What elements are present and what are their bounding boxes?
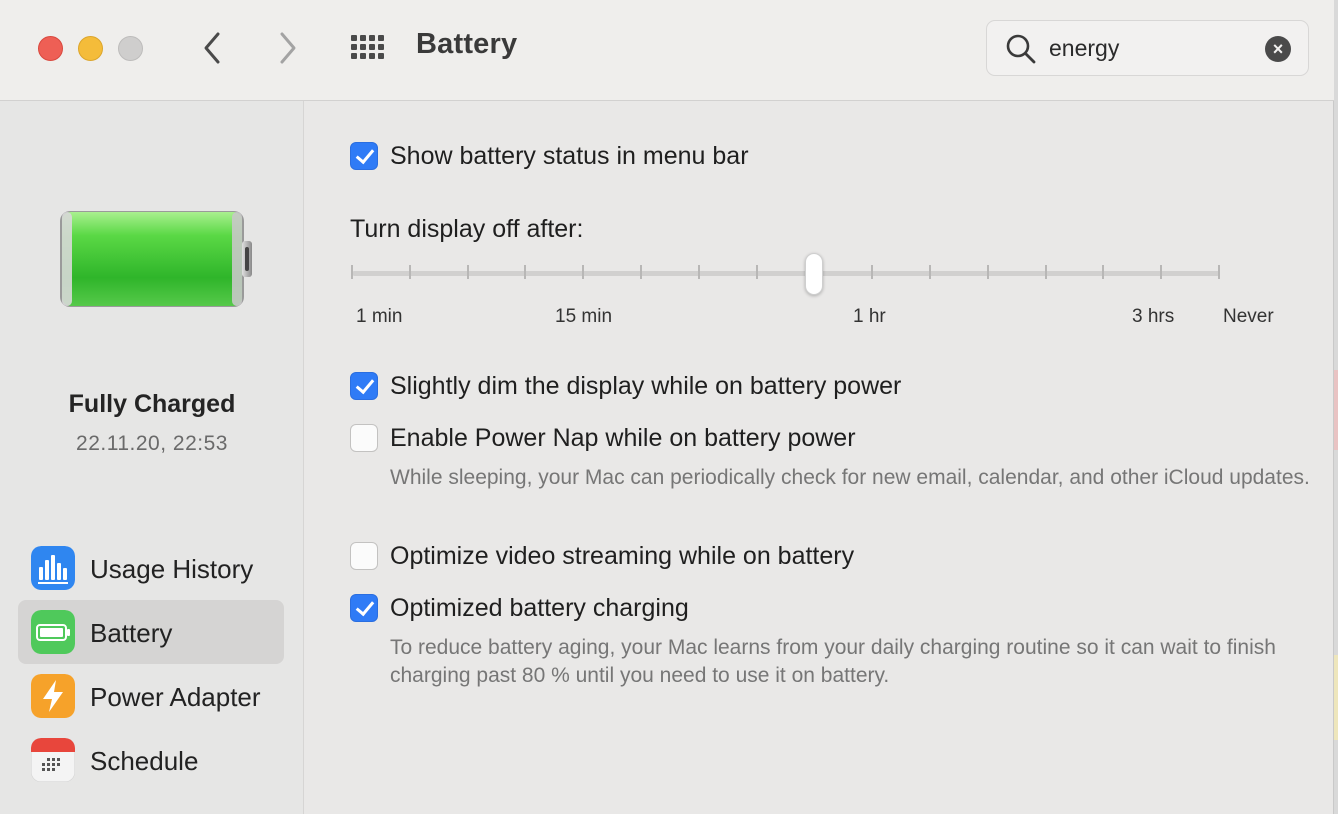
display-off-slider-thumb[interactable]: [805, 253, 824, 295]
sidebar-item-battery[interactable]: Battery: [18, 600, 284, 664]
slider-tick: [1044, 265, 1047, 279]
back-button[interactable]: [198, 30, 228, 66]
slider-tick: [408, 265, 411, 279]
forward-button[interactable]: [272, 30, 302, 66]
show-all-button[interactable]: [350, 32, 388, 62]
grid-icon: [351, 35, 384, 59]
video-streaming-label: Optimize video streaming while on batter…: [390, 542, 855, 570]
sidebar: Fully Charged 22.11.20, 22:53 Usage Hist…: [0, 101, 304, 814]
schedule-icon: [31, 738, 75, 782]
sidebar-item-power-adapter[interactable]: Power Adapter: [18, 664, 284, 728]
system-preferences-window: Battery energy × Fully Charged 22.11.20,…: [0, 0, 1334, 814]
dim-display-label: Slightly dim the display while on batter…: [390, 372, 902, 400]
zoom-button[interactable]: [118, 36, 143, 61]
slider-tick: [697, 265, 700, 279]
dim-display-checkbox[interactable]: [350, 372, 378, 400]
show-battery-status-label: Show battery status in menu bar: [390, 142, 749, 170]
display-off-label: Turn display off after:: [350, 215, 584, 243]
power-nap-description: While sleeping, your Mac can periodicall…: [390, 466, 1310, 489]
slider-tick-label-1-hr: 1 hr: [853, 306, 886, 327]
chevron-left-icon: [204, 32, 220, 64]
search-field[interactable]: energy ×: [986, 20, 1309, 76]
battery-icon: [31, 610, 75, 654]
usage-history-icon: [31, 546, 75, 590]
sidebar-item-label: Battery: [90, 618, 173, 648]
window-title: Battery: [416, 28, 518, 60]
display-off-slider-track[interactable]: [352, 271, 1220, 276]
slider-tick: [1160, 265, 1163, 279]
slider-tick: [871, 265, 874, 279]
slider-tick-label-never: Never: [1223, 306, 1274, 327]
slider-tick: [1218, 265, 1220, 279]
power-nap-label: Enable Power Nap while on battery power: [390, 424, 856, 452]
sidebar-item-usage-history[interactable]: Usage History: [18, 536, 284, 600]
background-window-edge: [1334, 655, 1338, 740]
slider-tick: [582, 265, 585, 279]
slider-tick: [929, 265, 931, 279]
slider-tick-label-3-hrs: 3 hrs: [1132, 306, 1175, 327]
slider-tick-label-1-min: 1 min: [356, 306, 403, 327]
slider-tick-label-15-min: 15 min: [555, 306, 613, 327]
search-input[interactable]: energy: [1049, 35, 1119, 62]
show-battery-status-checkbox[interactable]: [350, 142, 378, 170]
minimize-button[interactable]: [78, 36, 103, 61]
optimized-charging-checkbox[interactable]: [350, 594, 378, 622]
power-adapter-icon: [31, 674, 75, 718]
background-window-edge: [1334, 370, 1338, 450]
search-icon: [1006, 34, 1036, 64]
clear-search-icon[interactable]: ×: [1265, 36, 1291, 62]
sidebar-item-label: Usage History: [90, 554, 254, 584]
battery-level-icon: [60, 211, 252, 307]
battery-settings-pane: Show battery status in menu bar Turn dis…: [305, 101, 1334, 814]
slider-tick: [986, 265, 989, 279]
video-streaming-checkbox[interactable]: [350, 542, 378, 570]
slider-tick: [755, 265, 758, 279]
close-button[interactable]: [38, 36, 63, 61]
chevron-right-icon: [280, 32, 296, 64]
title-bar: Battery energy ×: [0, 0, 1334, 101]
slider-tick: [640, 265, 642, 279]
slider-tick: [466, 265, 469, 279]
slider-tick: [351, 265, 353, 279]
sidebar-item-schedule[interactable]: Schedule: [18, 728, 284, 792]
battery-status-title: Fully Charged: [68, 390, 236, 418]
slider-tick: [524, 265, 527, 279]
power-nap-checkbox[interactable]: [350, 424, 378, 452]
sidebar-item-label: Power Adapter: [90, 682, 261, 712]
optimized-charging-description: To reduce battery aging, your Mac learns…: [390, 636, 1276, 687]
battery-status-time: 22.11.20, 22:53: [76, 432, 228, 455]
slider-tick: [1102, 265, 1105, 279]
sidebar-item-label: Schedule: [90, 746, 199, 776]
optimized-charging-label: Optimized battery charging: [390, 594, 689, 622]
